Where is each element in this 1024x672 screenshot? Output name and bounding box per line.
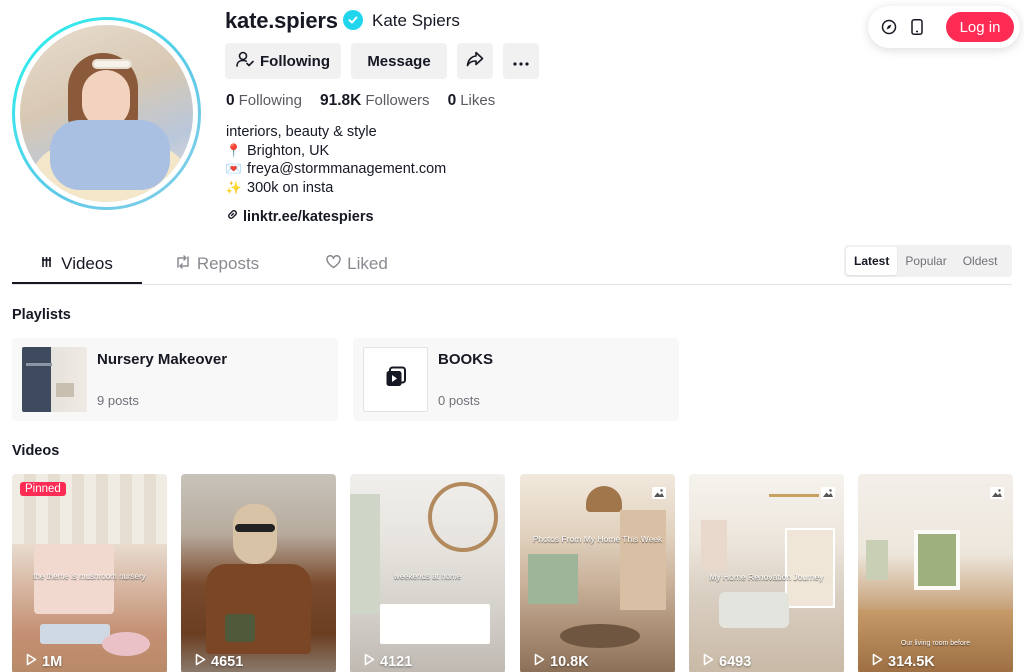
- playlist-stack-icon: [385, 366, 407, 393]
- playlist-card[interactable]: Nursery Makeover 9 posts: [12, 338, 338, 421]
- share-button[interactable]: [457, 43, 493, 79]
- bio-location: 📍 Brighton, UK: [225, 142, 330, 159]
- bio-email: 💌 freya@stormmanagement.com: [225, 161, 447, 178]
- photo-carousel-icon: [651, 486, 667, 500]
- avatar-photo: [20, 25, 193, 202]
- pin-icon: 📍: [225, 142, 243, 158]
- sort-latest[interactable]: Latest: [846, 247, 898, 275]
- sort-oldest[interactable]: Oldest: [955, 247, 1006, 275]
- video-views: 4121: [364, 653, 412, 670]
- video-views: 6493: [703, 653, 751, 670]
- video-card[interactable]: weekends at home 4121: [350, 474, 505, 672]
- content-tabs: Videos Reposts Liked: [12, 245, 422, 283]
- video-views: 314.5K: [872, 653, 935, 670]
- share-icon: [466, 51, 484, 71]
- video-card[interactable]: My Home Renovation Journey 6493: [689, 474, 844, 672]
- stat-following[interactable]: 0 Following: [226, 92, 302, 110]
- sort-popular[interactable]: Popular: [897, 247, 954, 275]
- playlist-title: Nursery Makeover: [97, 351, 228, 368]
- videos-title: Videos: [12, 443, 60, 459]
- more-dots-icon: [513, 53, 529, 70]
- bio: interiors, beauty & style 📍 Brighton, UK…: [226, 123, 446, 197]
- following-button[interactable]: Following: [225, 43, 341, 79]
- play-icon: [703, 653, 714, 670]
- mobile-phone-icon[interactable]: [908, 18, 926, 36]
- video-card[interactable]: Photos From My Home This Week 10.8K: [520, 474, 675, 672]
- compass-icon[interactable]: [880, 18, 898, 36]
- heart-lock-icon: [326, 254, 341, 274]
- photo-carousel-icon: [989, 486, 1005, 500]
- tab-videos[interactable]: Videos: [12, 245, 142, 283]
- playlist-count: 9 posts: [97, 393, 139, 408]
- playlist-count: 0 posts: [438, 393, 480, 408]
- love-letter-icon: 💌: [225, 161, 243, 177]
- verified-check-icon: [343, 10, 363, 30]
- video-card[interactable]: 4651: [181, 474, 336, 672]
- profile-stats: 0 Following 91.8K Followers 0 Likes: [226, 92, 495, 110]
- following-label: Following: [260, 52, 330, 70]
- tabs-divider: [12, 284, 1012, 285]
- tab-reposts[interactable]: Reposts: [152, 245, 282, 283]
- stat-followers[interactable]: 91.8K Followers: [320, 92, 430, 110]
- more-button[interactable]: [503, 43, 539, 79]
- playlist-title: BOOKS: [438, 351, 494, 368]
- bio-line: interiors, beauty & style: [226, 124, 377, 140]
- photo-carousel-icon: [820, 486, 836, 500]
- user-check-icon: [236, 51, 254, 71]
- video-caption-overlay: weekends at home: [393, 572, 462, 581]
- playlists-title: Playlists: [12, 307, 71, 323]
- video-caption-overlay: the theme is mushroom nursery: [33, 572, 146, 581]
- message-button[interactable]: Message: [351, 43, 447, 79]
- top-actions: Log in: [868, 6, 1020, 48]
- username: kate.spiers: [225, 8, 338, 33]
- play-icon: [872, 653, 883, 670]
- sort-toggle: Latest Popular Oldest: [844, 245, 1012, 277]
- repost-icon: [175, 254, 191, 274]
- avatar[interactable]: [12, 17, 201, 210]
- play-icon: [364, 653, 375, 670]
- pinned-badge: Pinned: [20, 482, 66, 496]
- video-card[interactable]: Pinned the theme is mushroom nursery 1M: [12, 474, 167, 672]
- sparkles-icon: ✨: [225, 179, 243, 195]
- display-name: Kate Spiers: [372, 11, 460, 30]
- play-icon: [534, 653, 545, 670]
- profile-link[interactable]: linktr.ee/katespiers: [226, 208, 374, 225]
- login-button[interactable]: Log in: [946, 12, 1014, 42]
- stat-likes: 0 Likes: [447, 92, 496, 109]
- grid-bars-icon: [41, 254, 55, 274]
- video-caption-overlay: Our living room before: [900, 640, 971, 647]
- video-caption-overlay: My Home Renovation Journey: [709, 572, 824, 582]
- video-caption-overlay: Photos From My Home This Week: [532, 534, 663, 544]
- link-icon: [226, 208, 239, 225]
- playlist-thumbnail: [363, 347, 428, 412]
- video-views: 4651: [195, 653, 243, 670]
- video-views: 1M: [26, 653, 62, 670]
- playlist-card[interactable]: BOOKS 0 posts: [353, 338, 679, 421]
- bio-insta: ✨ 300k on insta: [225, 179, 334, 196]
- tab-liked[interactable]: Liked: [292, 245, 422, 283]
- play-icon: [195, 653, 206, 670]
- playlist-thumbnail: [22, 347, 87, 412]
- video-card[interactable]: Our living room before 314.5K: [858, 474, 1013, 672]
- video-views: 10.8K: [534, 653, 589, 670]
- play-icon: [26, 653, 37, 670]
- profile-actions: Following Message: [225, 43, 539, 79]
